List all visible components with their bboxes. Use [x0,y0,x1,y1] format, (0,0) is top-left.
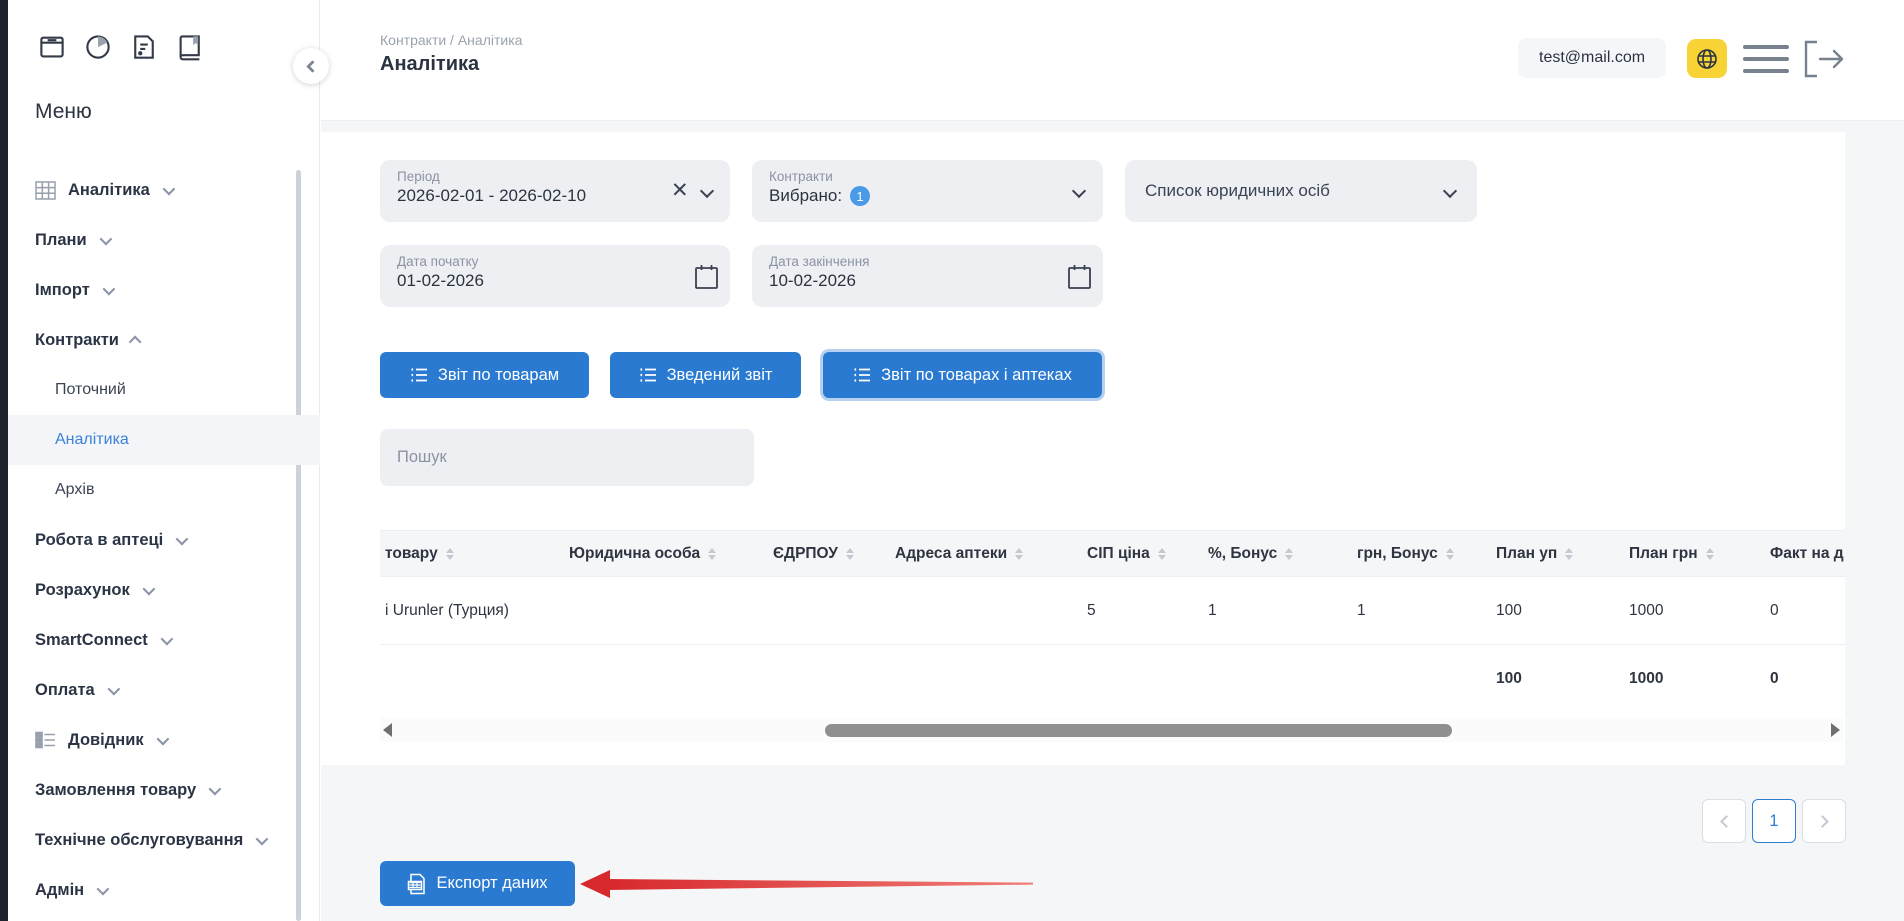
sidebar-menu-title: Меню [35,100,92,123]
chevron-down-icon [208,782,222,795]
left-dark-rail [0,0,8,921]
sort-icon[interactable] [708,547,717,560]
sort-icon[interactable] [845,547,854,560]
chevron-down-icon [99,232,112,245]
chevron-down-icon [156,732,169,745]
pagination-next-button[interactable] [1802,799,1846,843]
sidebar-item-maintenance[interactable]: Технічне обслуговування [8,815,320,865]
table-row: i Urunler (Турция) 5 1 1 100 1000 0 [380,577,1845,645]
table-horizontal-scrollbar[interactable] [380,718,1843,742]
grid-icon [35,180,57,200]
sort-icon[interactable] [1705,547,1714,560]
sidebar-item-contracts[interactable]: Контракти [8,315,320,365]
sort-icon[interactable] [1565,547,1574,560]
chevron-down-icon [160,632,174,645]
sidebar-nav: Аналітика Плани Імпорт Контракти Поточни… [8,165,320,915]
sidebar-item-analytics[interactable]: Аналітика [8,165,320,215]
pagination-page-1[interactable]: 1 [1752,799,1796,843]
calendar-icon[interactable] [694,263,719,295]
sidebar: Меню Аналітика Плани Імпорт Контракти По… [8,0,320,921]
sidebar-item-payment[interactable]: Оплата [8,665,320,715]
legal-entities-filter[interactable]: Список юридичних осіб [1125,160,1477,222]
sort-icon[interactable] [445,547,454,560]
sort-icon[interactable] [1445,547,1454,560]
search-input[interactable] [380,429,754,486]
start-date-field[interactable]: Дата початку 01-02-2026 [380,245,730,307]
chevron-left-icon [306,59,319,73]
sort-icon[interactable] [1157,547,1166,560]
sidebar-item-contracts-analytics[interactable]: Аналітика [8,415,320,465]
xlsx-file-icon [408,873,426,894]
user-email-chip[interactable]: test@mail.com [1518,38,1667,78]
chevron-down-icon [175,532,189,545]
chevron-left-icon [1719,814,1733,828]
table-header-row: товару Юридична особа ЄДРПОУ Адреса апте… [380,530,1845,577]
logout-button[interactable] [1803,40,1845,78]
page-title: Аналітика [380,53,480,75]
sort-icon[interactable] [1285,547,1294,560]
app-window: Меню Аналітика Плани Імпорт Контракти По… [0,0,1904,921]
period-filter[interactable]: Період 2026-02-01 - 2026-02-10 ✕ [380,160,730,222]
sidebar-item-calculation[interactable]: Розрахунок [8,565,320,615]
chevron-up-icon [128,335,142,348]
menu-toggle-button[interactable] [1743,45,1789,73]
language-button[interactable] [1687,39,1727,78]
list-icon [35,731,57,749]
selected-count-badge: 1 [850,186,871,206]
chevron-down-icon [102,282,116,295]
sidebar-item-contracts-current[interactable]: Поточний [8,365,320,415]
chevron-right-icon [1815,814,1829,828]
end-date-field[interactable]: Дата закінчення 10-02-2026 [752,245,1103,307]
breadcrumb[interactable]: Контракти / Аналітика [380,32,522,48]
scroll-right-icon[interactable] [1831,723,1840,737]
content-card: Період 2026-02-01 - 2026-02-10 ✕ Контрак… [321,132,1845,765]
export-data-button[interactable]: Експорт даних [380,861,575,906]
sidebar-item-contracts-archive[interactable]: Архів [8,465,320,515]
calendar-icon[interactable] [1067,263,1092,295]
archive-icon[interactable] [35,30,68,63]
chevron-down-icon [255,832,269,845]
chevron-down-icon [142,582,156,595]
sidebar-item-admin[interactable]: Адмін [8,865,320,915]
contracts-filter[interactable]: Контракти Вибрано: 1 [752,160,1103,222]
sidebar-top-icons [35,30,206,63]
results-table: товару Юридична особа ЄДРПОУ Адреса апте… [380,530,1845,712]
logout-icon [1804,40,1844,78]
sidebar-item-directory[interactable]: Довідник [8,715,320,765]
list-icon [640,368,656,382]
table-totals-row: 100 1000 0 [1496,669,1779,687]
sidebar-item-smartconnect[interactable]: SmartConnect [8,615,320,665]
chevron-down-icon [162,182,176,195]
scrollbar-thumb[interactable] [825,723,1452,737]
report-products-pharmacies-button[interactable]: Звіт по товарах і аптеках [823,352,1102,398]
pie-chart-icon[interactable] [81,30,114,63]
report-by-products-button[interactable]: Звіт по товарам [380,352,589,398]
summary-report-button[interactable]: Зведений звіт [610,352,801,398]
page-header: Контракти / Аналітика Аналітика test@mai… [321,0,1904,121]
sort-icon[interactable] [1015,547,1024,560]
sidebar-item-plans[interactable]: Плани [8,215,320,265]
pagination-prev-button[interactable] [1702,799,1746,843]
chevron-down-icon [96,882,110,895]
scroll-left-icon[interactable] [383,723,392,737]
list-icon [854,368,871,382]
chevron-down-icon [107,682,120,695]
sidebar-item-pharmacy-work[interactable]: Робота в аптеці [8,515,320,565]
pagination: 1 [1702,799,1846,843]
clear-icon[interactable]: ✕ [671,176,689,206]
sidebar-collapse-button[interactable] [293,48,329,84]
list-icon [411,368,427,382]
sidebar-item-goods-order[interactable]: Замовлення товару [8,765,320,815]
book-icon[interactable] [173,30,206,63]
document-icon[interactable] [127,30,160,63]
sidebar-item-import[interactable]: Імпорт [8,265,320,315]
globe-icon [1697,48,1717,69]
